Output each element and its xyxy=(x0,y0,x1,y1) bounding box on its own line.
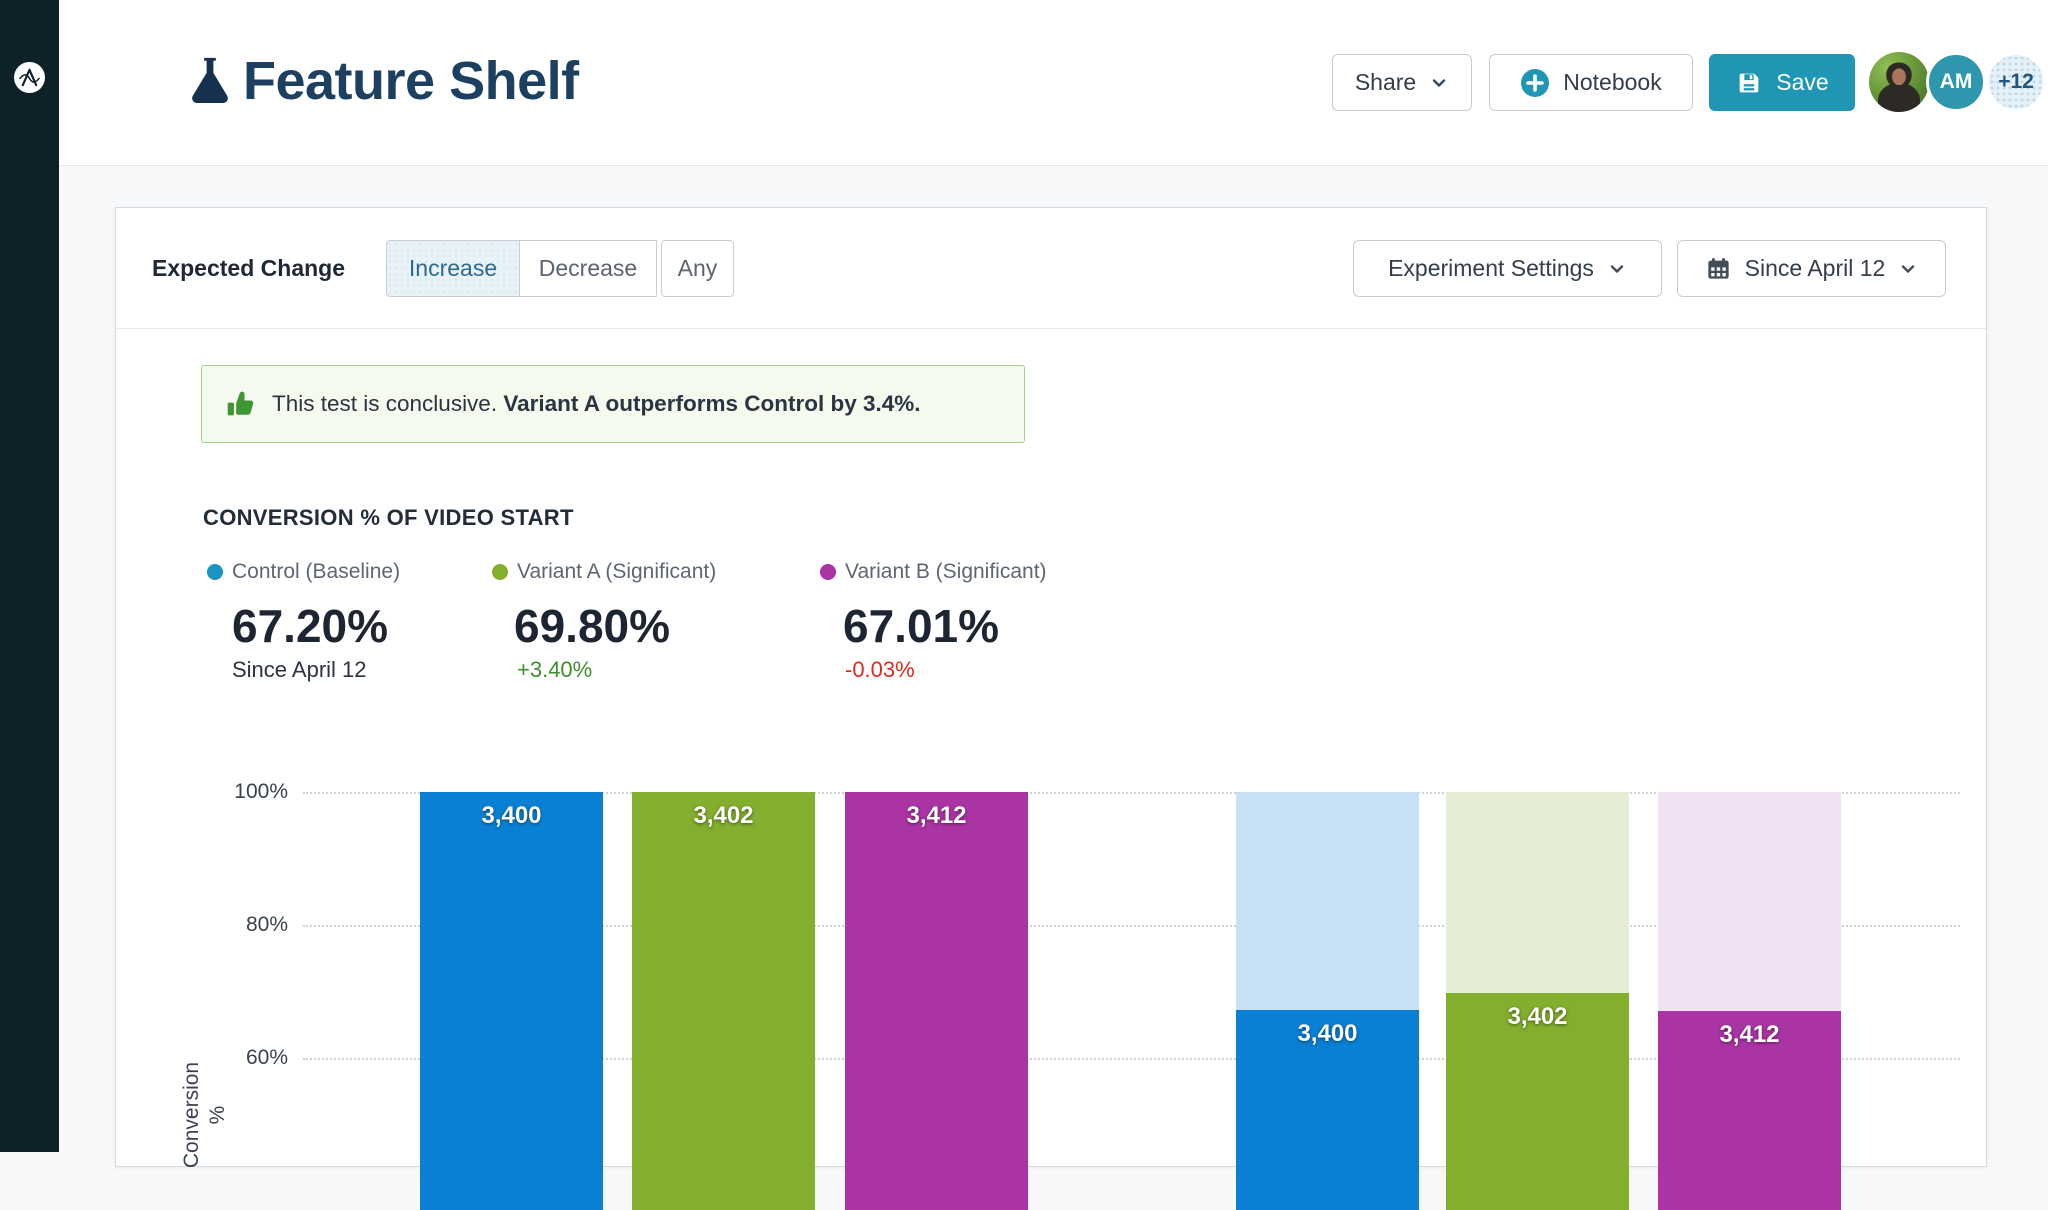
bar-value-label: 3,412 xyxy=(1658,1021,1841,1049)
bar-value-label: 3,400 xyxy=(420,802,603,830)
page-title: Feature Shelf xyxy=(243,50,579,112)
legend-dot xyxy=(820,564,836,580)
calendar-icon xyxy=(1705,255,1732,282)
segment-decrease[interactable]: Decrease xyxy=(519,240,657,297)
banner-text-regular: This test is conclusive. xyxy=(272,391,497,416)
legend-label: Variant B (Significant) xyxy=(845,558,1047,586)
metric-value: 67.20% xyxy=(232,598,388,654)
save-icon xyxy=(1735,69,1763,97)
chart-bar-conversions-3[interactable]: 3,412 xyxy=(1658,792,1841,1210)
bar-value-label: 3,402 xyxy=(632,802,815,830)
flask-icon xyxy=(181,52,239,112)
thumbs-up-icon xyxy=(224,387,258,421)
plus-circle-icon xyxy=(1520,68,1550,98)
user-avatar-initials[interactable]: AM xyxy=(1926,52,1986,112)
amplitude-logo[interactable] xyxy=(14,62,45,93)
metric-value: 69.80% xyxy=(514,598,670,654)
save-button[interactable]: Save xyxy=(1709,54,1855,111)
page-header: Feature Shelf Share Notebook Save AM +12 xyxy=(59,0,2048,166)
banner-text-bold: Variant A outperforms Control by 3.4%. xyxy=(503,391,920,416)
chart-bar-conversions-2[interactable]: 3,402 xyxy=(1446,792,1629,1210)
share-label: Share xyxy=(1355,69,1416,96)
metric-value: 67.01% xyxy=(843,598,999,654)
date-range-label: Since April 12 xyxy=(1745,255,1886,282)
chart-bar-video-start-totals-1[interactable]: 3,400 xyxy=(420,792,603,1210)
date-range-button[interactable]: Since April 12 xyxy=(1677,240,1946,297)
chevron-down-icon xyxy=(1607,259,1627,279)
chevron-down-icon xyxy=(1429,73,1449,93)
wave-a-logo-icon xyxy=(18,66,41,89)
legend-dot xyxy=(492,564,508,580)
app-sidebar xyxy=(0,0,59,1152)
page: { "sidebar": { "logo": "amplitude-wave-l… xyxy=(0,0,2048,1152)
metric-sub: +3.40% xyxy=(517,655,592,685)
chart-bar-video-start-totals-3[interactable]: 3,412 xyxy=(845,792,1028,1210)
avatar-overflow-count[interactable]: +12 xyxy=(1986,52,2046,112)
legend-dot xyxy=(207,564,223,580)
bar-value-label: 3,412 xyxy=(845,802,1028,830)
save-label: Save xyxy=(1776,69,1828,96)
chart-section-title: CONVERSION % OF VIDEO START xyxy=(203,505,574,531)
notebook-label: Notebook xyxy=(1563,69,1661,96)
bar-value-label: 3,402 xyxy=(1446,1003,1629,1031)
segment-increase[interactable]: Increase xyxy=(386,240,520,297)
filter-row-divider xyxy=(116,328,1986,329)
chart-bar-conversions-1[interactable]: 3,400 xyxy=(1236,792,1419,1210)
user-avatar-photo[interactable] xyxy=(1869,52,1929,112)
person-portrait xyxy=(1869,52,1929,112)
expected-change-segmented-control: Increase Decrease Any xyxy=(386,240,734,297)
metric-sub: Since April 12 xyxy=(232,655,367,685)
metric-sub: -0.03% xyxy=(845,655,915,685)
conclusive-result-banner: This test is conclusive. Variant A outpe… xyxy=(201,365,1025,443)
experiment-settings-label: Experiment Settings xyxy=(1388,255,1594,282)
notebook-button[interactable]: Notebook xyxy=(1489,54,1693,111)
legend-label: Variant A (Significant) xyxy=(517,558,716,586)
legend-label: Control (Baseline) xyxy=(232,558,400,586)
chevron-down-icon xyxy=(1898,259,1918,279)
chart-bar-video-start-totals-2[interactable]: 3,402 xyxy=(632,792,815,1210)
segment-any[interactable]: Any xyxy=(661,240,734,297)
experiment-settings-button[interactable]: Experiment Settings xyxy=(1353,240,1662,297)
expected-change-label: Expected Change xyxy=(152,253,345,283)
banner-text: This test is conclusive. Variant A outpe… xyxy=(272,391,921,417)
bar-value-label: 3,400 xyxy=(1236,1020,1419,1048)
share-button[interactable]: Share xyxy=(1332,54,1472,111)
